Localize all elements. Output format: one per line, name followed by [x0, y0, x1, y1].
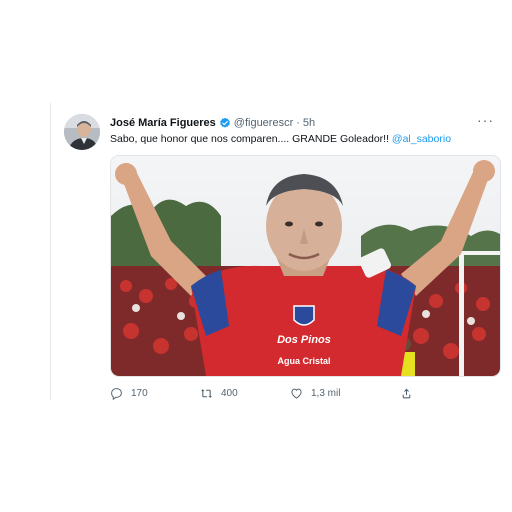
- handle[interactable]: @figuerescr: [234, 117, 293, 129]
- share-icon: [402, 388, 411, 398]
- jersey-sponsor-1: Dos Pinos: [277, 334, 331, 346]
- tweet-action-bar: 170 400 1,3 mil: [110, 384, 450, 402]
- reply-button[interactable]: 170: [110, 387, 200, 400]
- media-photo: Dos Pinos Agua Cristal: [111, 156, 500, 376]
- retweet-count: 400: [221, 387, 238, 399]
- separator-dot: ·: [296, 117, 300, 129]
- timestamp[interactable]: 5h: [303, 117, 315, 129]
- tweet-media[interactable]: Dos Pinos Agua Cristal: [110, 155, 501, 377]
- retweet-icon: [201, 388, 212, 398]
- avatar[interactable]: [64, 114, 100, 150]
- more-options-icon[interactable]: ···: [477, 112, 494, 128]
- display-name[interactable]: José María Figueres: [110, 117, 216, 129]
- retweet-button[interactable]: 400: [200, 387, 290, 400]
- verified-badge-icon: [219, 117, 230, 128]
- reply-count: 170: [131, 387, 148, 399]
- like-count: 1,3 mil: [311, 387, 341, 399]
- tweet-header: José María Figueres @figuerescr · 5h: [110, 114, 498, 132]
- tweet-body: Sabo, que honor que nos comparen.... GRA…: [110, 133, 392, 145]
- avatar-image: [64, 114, 100, 150]
- jersey-sponsor-2: Agua Cristal: [277, 356, 330, 366]
- mention-link[interactable]: @al_saborio: [392, 133, 451, 145]
- reply-icon: [111, 387, 122, 400]
- like-button[interactable]: 1,3 mil: [290, 387, 400, 400]
- share-button[interactable]: [400, 387, 413, 400]
- timeline-divider: [50, 103, 51, 400]
- heart-icon: [291, 388, 302, 399]
- tweet-text: Sabo, que honor que nos comparen.... GRA…: [110, 132, 498, 146]
